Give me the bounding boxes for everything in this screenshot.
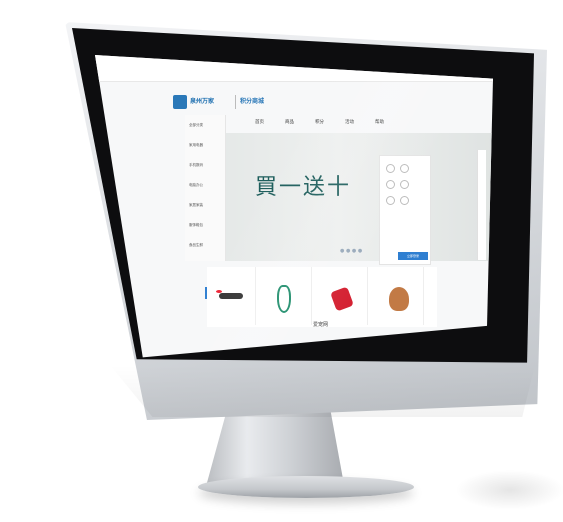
product-card[interactable] <box>207 267 256 325</box>
mall-title: 积分商城 <box>240 98 265 105</box>
nav-item[interactable]: 积分 <box>315 119 324 125</box>
product-card[interactable] <box>263 267 312 325</box>
service-icon[interactable] <box>386 180 395 189</box>
logo-mark-icon <box>173 95 187 109</box>
category-item[interactable]: 家用电器 <box>189 143 203 148</box>
earphone-image <box>277 285 291 313</box>
service-icon[interactable] <box>400 180 409 189</box>
floor-shadow <box>455 470 563 510</box>
user-panel: 立即登录 <box>379 155 431 265</box>
hero-title: 買一送十 <box>255 175 352 200</box>
category-sidebar: 全部分类 家用电器 手机数码 电脑办公 家居家装 服饰鞋包 食品生鲜 <box>185 115 226 261</box>
service-icon[interactable] <box>400 196 409 205</box>
nav-item[interactable]: 帮助 <box>375 119 384 125</box>
product-strip <box>207 267 437 327</box>
drone-image <box>216 290 243 299</box>
product-card[interactable] <box>319 267 368 325</box>
carousel-dots[interactable]: ● ● ● ● <box>340 248 362 254</box>
category-item[interactable]: 全部分类 <box>189 123 203 128</box>
main-nav: 首页 商品 积分 活动 帮助 <box>255 119 485 129</box>
nav-item[interactable]: 商品 <box>285 119 294 125</box>
product-card[interactable] <box>375 267 424 325</box>
service-icon[interactable] <box>386 196 395 205</box>
logo-divider <box>235 95 236 109</box>
monitor-stand-base <box>198 476 414 498</box>
logo-text: 泉州万家 <box>190 98 215 105</box>
site-logo[interactable]: 泉州万家 <box>173 95 233 109</box>
category-item[interactable]: 家居家装 <box>189 203 203 208</box>
desktop-computer-scene: 泉州万家 积分商城 首页 商品 积分 活动 帮助 買一送十 ● ● ● ● 全部… <box>0 0 563 522</box>
monitor-chin <box>110 365 535 417</box>
service-icon[interactable] <box>400 164 409 173</box>
section-title: 爱宠网 <box>313 322 329 328</box>
service-icon[interactable] <box>386 164 395 173</box>
bottle-image <box>330 286 354 312</box>
nav-item[interactable]: 活动 <box>345 119 354 125</box>
category-item[interactable]: 食品生鲜 <box>189 243 203 248</box>
monitor-screen: 泉州万家 积分商城 首页 商品 积分 活动 帮助 買一送十 ● ● ● ● 全部… <box>95 55 493 358</box>
category-item[interactable]: 服饰鞋包 <box>189 223 203 228</box>
dog-image <box>389 287 409 311</box>
login-button[interactable]: 立即登录 <box>398 252 428 260</box>
category-item[interactable]: 手机数码 <box>189 163 203 168</box>
nav-item[interactable]: 首页 <box>255 119 264 125</box>
category-item[interactable]: 电脑办公 <box>189 183 203 188</box>
floating-toolbar[interactable] <box>477 150 486 260</box>
